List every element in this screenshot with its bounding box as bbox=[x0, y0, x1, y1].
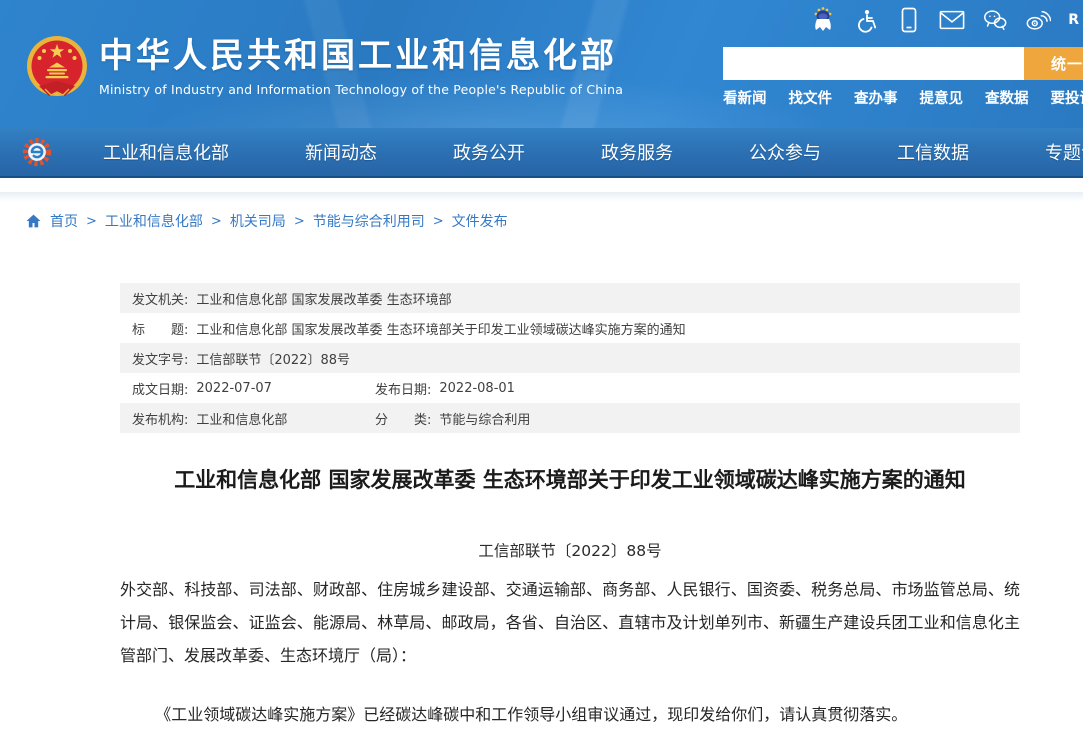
nav-item-news[interactable]: 新闻动态 bbox=[305, 139, 377, 165]
meta-value: 工信部联节〔2022〕88号 bbox=[196, 349, 350, 368]
breadcrumb-energy-conservation-dept[interactable]: 节能与综合利用司 bbox=[313, 211, 425, 231]
breadcrumb-miit[interactable]: 工业和信息化部 bbox=[105, 211, 203, 231]
site-title-cn: 中华人民共和国工业和信息化部 bbox=[99, 36, 623, 76]
nav-items: 工业和信息化部 新闻动态 政务公开 政务服务 公众参与 工信数据 专题专栏 bbox=[103, 139, 1083, 165]
main-navigation: 工业和信息化部 新闻动态 政务公开 政务服务 公众参与 工信数据 专题专栏 bbox=[0, 128, 1083, 178]
breadcrumb-document-release: 文件发布 bbox=[452, 211, 508, 231]
document-main: 发文机关: 工业和信息化部 国家发展改革委 生态环境部 标 题: 工业和信息化部… bbox=[120, 283, 1020, 730]
site-title-en: Ministry of Industry and Information Tec… bbox=[99, 82, 623, 97]
site-banner: R 中华人民共和国工业和信息化部 Ministry of Industry an… bbox=[0, 0, 1083, 128]
site-brand: 中华人民共和国工业和信息化部 Ministry of Industry and … bbox=[25, 34, 623, 100]
meta-cell: 成文日期: 2022-07-07 bbox=[132, 379, 375, 398]
national-emblem-icon bbox=[25, 34, 89, 100]
quick-link-services[interactable]: 查办事 bbox=[854, 87, 898, 108]
article-title: 工业和信息化部 国家发展改革委 生态环境部关于印发工业领域碳达峰实施方案的通知 bbox=[120, 465, 1020, 495]
article-recipients: 外交部、科技部、司法部、财政部、住房城乡建设部、交通运输部、商务部、人民银行、国… bbox=[120, 573, 1020, 672]
document-meta-table: 发文机关: 工业和信息化部 国家发展改革委 生态环境部 标 题: 工业和信息化部… bbox=[120, 283, 1020, 433]
gear-e-logo-icon bbox=[22, 137, 52, 167]
search-bar: 统一搜索 bbox=[723, 47, 1083, 80]
nav-item-miit[interactable]: 工业和信息化部 bbox=[103, 139, 229, 165]
search-input[interactable] bbox=[723, 47, 1024, 80]
unified-search-button[interactable]: 统一搜索 bbox=[1024, 47, 1083, 80]
meta-row-dates: 成文日期: 2022-07-07 发布日期: 2022-08-01 bbox=[120, 373, 1020, 403]
quick-link-data[interactable]: 查数据 bbox=[985, 87, 1029, 108]
meta-row-publisher-category: 发布机构: 工业和信息化部 分 类: 节能与综合利用 bbox=[120, 403, 1020, 433]
meta-cell: 发布机构: 工业和信息化部 bbox=[132, 409, 375, 428]
quick-links: 看新闻 找文件 查办事 提意见 查数据 要投诉 bbox=[723, 87, 1083, 108]
top-icon-bar: R bbox=[810, 6, 1083, 34]
home-icon[interactable] bbox=[25, 213, 42, 229]
meta-value: 工业和信息化部 国家发展改革委 生态环境部 bbox=[196, 289, 451, 308]
nav-item-gov-services[interactable]: 政务服务 bbox=[601, 139, 673, 165]
meta-cell: 发文机关: 工业和信息化部 国家发展改革委 生态环境部 bbox=[132, 289, 452, 308]
meta-value: 2022-07-07 bbox=[196, 381, 272, 396]
breadcrumb: 首页 > 工业和信息化部 > 机关司局 > 节能与综合利用司 > 文件发布 bbox=[0, 202, 1083, 231]
breadcrumb-separator: > bbox=[433, 214, 444, 229]
wechat-icon[interactable] bbox=[982, 6, 1008, 34]
rss-link[interactable]: R bbox=[1068, 12, 1079, 28]
mail-icon[interactable] bbox=[939, 6, 965, 34]
meta-label: 发布日期: bbox=[375, 379, 431, 398]
meta-label: 发文字号: bbox=[132, 349, 188, 368]
meta-value: 工业和信息化部 bbox=[196, 409, 287, 428]
nav-item-public-participation[interactable]: 公众参与 bbox=[749, 139, 821, 165]
mobile-icon[interactable] bbox=[896, 6, 922, 34]
meta-cell: 标 题: 工业和信息化部 国家发展改革委 生态环境部关于印发工业领域碳达峰实施方… bbox=[132, 319, 686, 338]
breadcrumb-separator: > bbox=[86, 214, 97, 229]
breadcrumb-separator: > bbox=[294, 214, 305, 229]
meta-label: 发文机关: bbox=[132, 289, 188, 308]
meta-row-issuing-agency: 发文机关: 工业和信息化部 国家发展改革委 生态环境部 bbox=[120, 283, 1020, 313]
nav-item-special-topics[interactable]: 专题专栏 bbox=[1045, 139, 1083, 165]
nav-divider-gradient bbox=[0, 192, 1083, 202]
quick-link-documents[interactable]: 找文件 bbox=[789, 87, 833, 108]
breadcrumb-departments[interactable]: 机关司局 bbox=[230, 211, 286, 231]
article-doc-number: 工信部联节〔2022〕88号 bbox=[120, 539, 1020, 561]
quick-link-feedback[interactable]: 提意见 bbox=[920, 87, 964, 108]
breadcrumb-separator: > bbox=[211, 214, 222, 229]
breadcrumb-home[interactable]: 首页 bbox=[50, 211, 78, 231]
brand-text: 中华人民共和国工业和信息化部 Ministry of Industry and … bbox=[99, 34, 623, 97]
meta-label: 分 类: bbox=[375, 409, 431, 428]
meta-cell: 发文字号: 工信部联节〔2022〕88号 bbox=[132, 349, 350, 368]
accessibility-icon[interactable] bbox=[853, 6, 879, 34]
article-body: 《工业领域碳达峰实施方案》已经碳达峰碳中和工作领导小组审议通过，现印发给你们，请… bbox=[120, 698, 1020, 730]
meta-label: 标 题: bbox=[132, 319, 188, 338]
meta-value: 节能与综合利用 bbox=[439, 409, 530, 428]
meta-label: 成文日期: bbox=[132, 379, 188, 398]
meta-row-doc-number: 发文字号: 工信部联节〔2022〕88号 bbox=[120, 343, 1020, 373]
meta-cell: 分 类: 节能与综合利用 bbox=[375, 409, 530, 428]
robot-assistant-icon[interactable] bbox=[810, 6, 836, 34]
meta-cell: 发布日期: 2022-08-01 bbox=[375, 379, 515, 398]
meta-label: 发布机构: bbox=[132, 409, 188, 428]
weibo-icon[interactable] bbox=[1025, 6, 1051, 34]
quick-link-news[interactable]: 看新闻 bbox=[723, 87, 767, 108]
nav-item-gov-disclosure[interactable]: 政务公开 bbox=[453, 139, 525, 165]
meta-row-title: 标 题: 工业和信息化部 国家发展改革委 生态环境部关于印发工业领域碳达峰实施方… bbox=[120, 313, 1020, 343]
nav-item-miit-data[interactable]: 工信数据 bbox=[897, 139, 969, 165]
meta-value: 工业和信息化部 国家发展改革委 生态环境部关于印发工业领域碳达峰实施方案的通知 bbox=[196, 319, 685, 338]
meta-value: 2022-08-01 bbox=[439, 381, 515, 396]
nav-divider bbox=[0, 178, 1083, 192]
quick-link-complaint[interactable]: 要投诉 bbox=[1051, 87, 1083, 108]
